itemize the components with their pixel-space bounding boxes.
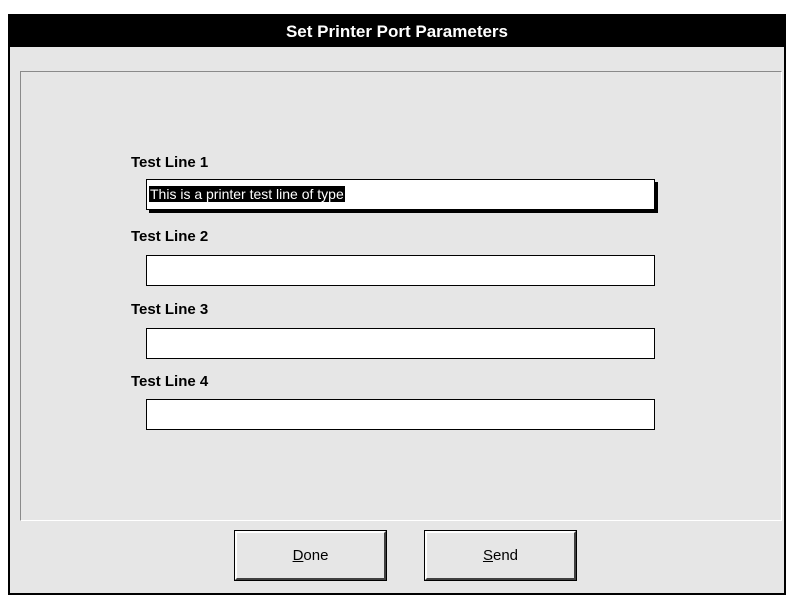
test-line-1-selected-text: This is a printer test line of type (149, 186, 345, 202)
done-button-label: one (303, 547, 329, 564)
test-line-4-input[interactable] (146, 399, 655, 430)
send-button-label: end (492, 547, 519, 564)
test-line-3-label: Test Line 3 (131, 301, 209, 318)
test-line-1-input[interactable]: This is a printer test line of type (146, 179, 655, 210)
dialog-title: Set Printer Port Parameters (10, 16, 784, 47)
dialog-window: Set Printer Port Parameters Test Line 1 … (8, 14, 786, 595)
test-line-2-input[interactable] (146, 255, 655, 286)
send-button[interactable]: Send (424, 530, 577, 581)
send-button-accelerator: S (482, 547, 493, 564)
parameters-panel (20, 71, 782, 521)
test-line-4-label: Test Line 4 (131, 373, 209, 390)
done-button-accelerator: D (292, 547, 304, 564)
done-button[interactable]: Done (234, 530, 387, 581)
test-line-2-label: Test Line 2 (131, 228, 209, 245)
test-line-1-label: Test Line 1 (131, 154, 209, 171)
test-line-3-input[interactable] (146, 328, 655, 359)
